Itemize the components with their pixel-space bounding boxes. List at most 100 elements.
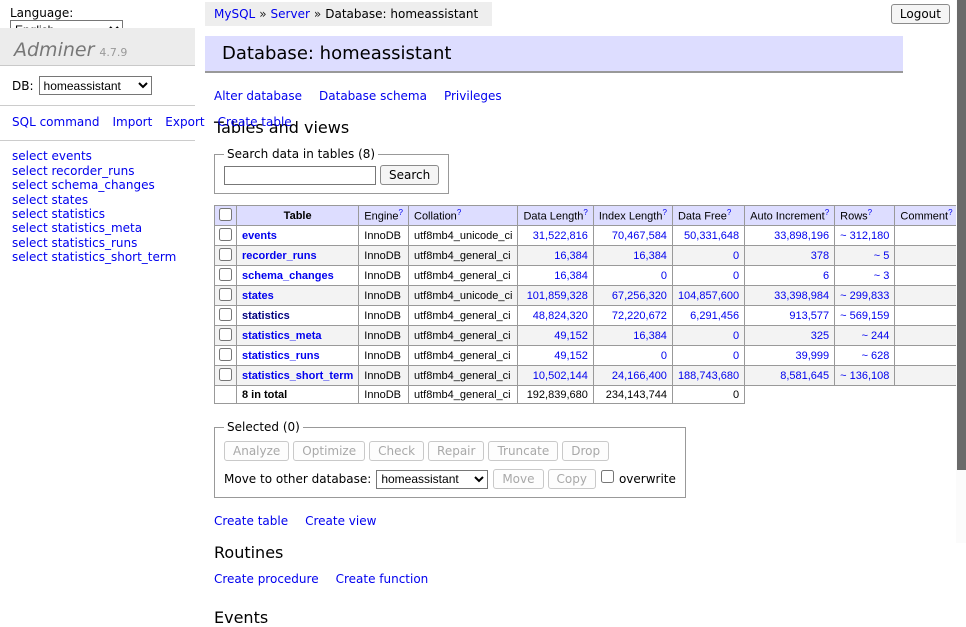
- column-header-data-length[interactable]: Data Length?: [518, 206, 593, 226]
- db-select[interactable]: homeassistant: [39, 76, 152, 95]
- breadcrumb-mysql-link[interactable]: MySQL: [214, 7, 255, 21]
- sidebar-table-link[interactable]: select statistics_runs: [12, 236, 137, 250]
- sidebar-link-import[interactable]: Import: [112, 115, 152, 129]
- index-length-link[interactable]: 16,384: [633, 250, 667, 262]
- column-header-engine[interactable]: Engine?: [359, 206, 409, 226]
- column-header-comment[interactable]: Comment?: [895, 206, 958, 226]
- overwrite-checkbox[interactable]: [601, 470, 614, 483]
- data-length-link[interactable]: 48,824,320: [533, 310, 588, 322]
- data-length-link[interactable]: 16,384: [554, 250, 588, 262]
- sidebar-table-link[interactable]: select events: [12, 149, 92, 163]
- column-header-auto-increment[interactable]: Auto Increment?: [745, 206, 835, 226]
- help-icon[interactable]: ?: [457, 208, 461, 217]
- brand-name[interactable]: Adminer: [14, 39, 94, 61]
- move-db-select[interactable]: homeassistant: [376, 470, 488, 489]
- column-header-index-length[interactable]: Index Length?: [593, 206, 672, 226]
- auto-increment-link[interactable]: 913,577: [789, 310, 829, 322]
- auto-increment-link[interactable]: 39,999: [796, 350, 830, 362]
- index-length-link[interactable]: 0: [661, 350, 667, 362]
- column-header-table[interactable]: Table: [237, 206, 359, 226]
- database-schema-link[interactable]: Database schema: [319, 89, 427, 103]
- create-function-link[interactable]: Create function: [336, 572, 429, 586]
- help-icon[interactable]: ?: [399, 208, 403, 217]
- sidebar-table-link[interactable]: select statistics: [12, 207, 105, 221]
- drop-button[interactable]: Drop: [562, 441, 609, 461]
- help-icon[interactable]: ?: [727, 208, 731, 217]
- sidebar-table-link[interactable]: select schema_changes: [12, 178, 155, 192]
- auto-increment-link[interactable]: 33,898,196: [774, 230, 829, 242]
- sidebar-link-export[interactable]: Export: [165, 115, 204, 129]
- create-procedure-link[interactable]: Create procedure: [214, 572, 319, 586]
- logout-button[interactable]: Logout: [891, 4, 950, 24]
- row-checkbox[interactable]: [219, 308, 232, 321]
- data-free-link[interactable]: 6,291,456: [690, 310, 739, 322]
- help-icon[interactable]: ?: [825, 208, 829, 217]
- help-icon[interactable]: ?: [583, 208, 587, 217]
- rows-link[interactable]: ~ 299,833: [840, 290, 889, 302]
- sidebar-table-link[interactable]: select statistics_meta: [12, 221, 142, 235]
- data-length-link[interactable]: 49,152: [554, 350, 588, 362]
- rows-link[interactable]: ~ 3: [874, 270, 890, 282]
- row-checkbox[interactable]: [219, 288, 232, 301]
- rows-link[interactable]: ~ 5: [874, 250, 890, 262]
- index-length-link[interactable]: 67,256,320: [612, 290, 667, 302]
- index-length-link[interactable]: 24,166,400: [612, 370, 667, 382]
- rows-link[interactable]: ~ 136,108: [840, 370, 889, 382]
- search-button[interactable]: Search: [380, 165, 439, 185]
- rows-link[interactable]: ~ 244: [862, 330, 890, 342]
- sidebar-table-link[interactable]: select statistics_short_term: [12, 250, 176, 264]
- column-header-collation[interactable]: Collation?: [409, 206, 518, 226]
- scrollbar-thumb[interactable]: [957, 0, 966, 470]
- search-input[interactable]: [224, 166, 376, 185]
- data-free-link[interactable]: 0: [733, 350, 739, 362]
- check-button[interactable]: Check: [369, 441, 424, 461]
- breadcrumb-server-link[interactable]: Server: [271, 7, 310, 21]
- data-length-link[interactable]: 49,152: [554, 330, 588, 342]
- data-free-link[interactable]: 188,743,680: [678, 370, 739, 382]
- auto-increment-link[interactable]: 33,398,984: [774, 290, 829, 302]
- copy-button[interactable]: Copy: [548, 469, 596, 489]
- data-free-link[interactable]: 0: [733, 330, 739, 342]
- table-name-link[interactable]: events: [242, 230, 277, 242]
- table-name-link[interactable]: statistics_short_term: [242, 370, 353, 382]
- sidebar-table-link[interactable]: select recorder_runs: [12, 164, 135, 178]
- create-table-link[interactable]: Create table: [214, 514, 288, 528]
- index-length-link[interactable]: 72,220,672: [612, 310, 667, 322]
- column-header-rows[interactable]: Rows?: [835, 206, 895, 226]
- data-length-link[interactable]: 101,859,328: [527, 290, 588, 302]
- row-checkbox[interactable]: [219, 328, 232, 341]
- data-length-link[interactable]: 31,522,816: [533, 230, 588, 242]
- sidebar-table-link[interactable]: select states: [12, 193, 88, 207]
- table-name-link[interactable]: statistics: [242, 310, 290, 322]
- sidebar-link-create-table[interactable]: Create table: [218, 115, 292, 129]
- row-checkbox[interactable]: [219, 368, 232, 381]
- help-icon[interactable]: ?: [948, 208, 952, 217]
- rows-link[interactable]: ~ 312,180: [840, 230, 889, 242]
- alter-database-link[interactable]: Alter database: [214, 89, 302, 103]
- auto-increment-link[interactable]: 378: [811, 250, 829, 262]
- table-name-link[interactable]: states: [242, 290, 274, 302]
- data-length-link[interactable]: 16,384: [554, 270, 588, 282]
- data-free-link[interactable]: 0: [733, 250, 739, 262]
- create-view-link[interactable]: Create view: [305, 514, 376, 528]
- privileges-link[interactable]: Privileges: [444, 89, 502, 103]
- index-length-link[interactable]: 0: [661, 270, 667, 282]
- optimize-button[interactable]: Optimize: [293, 441, 365, 461]
- data-free-link[interactable]: 104,857,600: [678, 290, 739, 302]
- analyze-button[interactable]: Analyze: [224, 441, 289, 461]
- select-all-checkbox[interactable]: [219, 208, 232, 221]
- move-button[interactable]: Move: [493, 469, 543, 489]
- data-length-link[interactable]: 10,502,144: [533, 370, 588, 382]
- column-header-data-free[interactable]: Data Free?: [672, 206, 744, 226]
- table-name-link[interactable]: schema_changes: [242, 270, 334, 282]
- auto-increment-link[interactable]: 325: [811, 330, 829, 342]
- data-free-link[interactable]: 50,331,648: [684, 230, 739, 242]
- data-free-link[interactable]: 0: [733, 270, 739, 282]
- rows-link[interactable]: ~ 628: [862, 350, 890, 362]
- index-length-link[interactable]: 70,467,584: [612, 230, 667, 242]
- row-checkbox[interactable]: [219, 348, 232, 361]
- help-icon[interactable]: ?: [868, 208, 872, 217]
- table-name-link[interactable]: recorder_runs: [242, 250, 317, 262]
- rows-link[interactable]: ~ 569,159: [840, 310, 889, 322]
- repair-button[interactable]: Repair: [428, 441, 484, 461]
